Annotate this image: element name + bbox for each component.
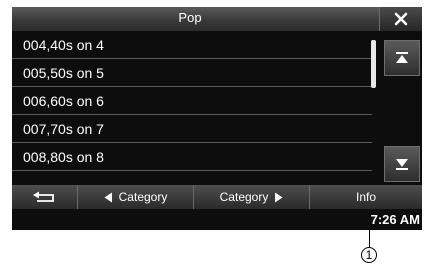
scroll-to-top-icon [396,52,408,63]
title-bar: Pop [12,7,422,31]
triangle-right-icon [275,192,283,202]
callout-number: 1 [361,247,377,263]
back-arrow-icon [32,191,54,202]
list-item-label: 004,40s on 4 [23,36,104,53]
scroll-to-bottom-button[interactable] [384,146,420,182]
scroll-to-bottom-icon [396,159,408,170]
scroll-to-top-button[interactable] [384,40,420,76]
list-item[interactable]: 005,50s on 5 [12,59,372,87]
playlist-list: 004,40s on 4 005,50s on 5 006,60s on 6 0… [12,31,372,171]
list-item[interactable]: 007,70s on 7 [12,115,372,143]
info-button[interactable]: Info [310,185,422,209]
previous-category-label: Category [118,190,168,204]
list-item[interactable]: 004,40s on 4 [12,31,372,59]
next-category-button[interactable]: Category [194,185,310,209]
screen: Pop 004,40s on 4 005,50s on 5 006,60s on… [12,7,422,230]
close-button[interactable] [379,7,422,31]
callout-leader-line [369,212,370,248]
list-item-label: 006,60s on 6 [23,92,104,109]
scrollbar-thumb[interactable] [371,40,376,88]
list-item-label: 007,70s on 7 [23,120,104,137]
previous-category-button[interactable]: Category [78,185,194,209]
bottom-toolbar: Category Category Info [12,185,422,209]
back-button[interactable] [12,185,78,209]
list-item-label: 008,80s on 8 [23,148,104,165]
list-item[interactable]: 006,60s on 6 [12,87,372,115]
info-label: Info [355,190,376,204]
list-item[interactable]: 008,80s on 8 [12,143,372,171]
next-category-label: Category [219,190,269,204]
triangle-left-icon [104,192,112,202]
page-title: Pop [178,10,202,25]
callout-number-label: 1 [365,248,373,262]
clock-time: 7:26 AM [370,212,420,227]
list-item-label: 005,50s on 5 [23,64,104,81]
close-icon [394,12,408,26]
